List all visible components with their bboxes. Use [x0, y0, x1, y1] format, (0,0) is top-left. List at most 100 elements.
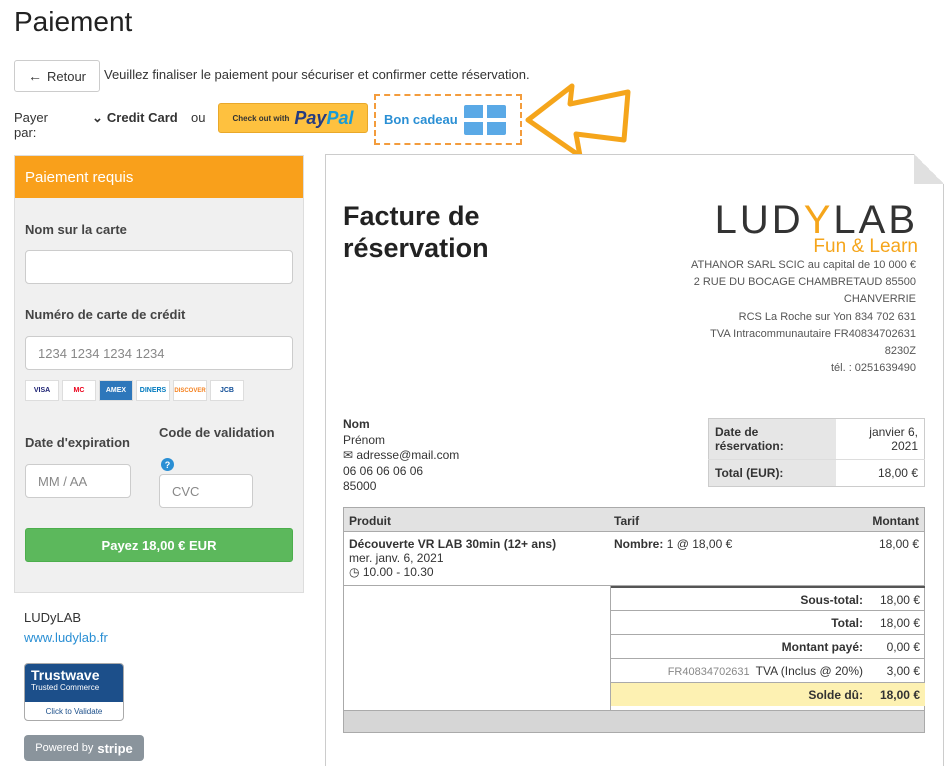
arrow-left-icon: ←: [27, 68, 42, 84]
page-corner: [914, 154, 944, 184]
cvc-label: Code de validation: [159, 425, 275, 440]
credit-card-label: Credit Card: [106, 110, 178, 125]
column-header-amount: Montant: [872, 514, 919, 528]
client-postal: 85000: [343, 479, 377, 493]
paypal-logo-a: Pay: [294, 107, 327, 128]
clock-icon: ◷: [349, 565, 360, 579]
trustwave-brand: Trustwave: [31, 667, 100, 683]
grand-total-value: 18,00 €: [879, 616, 920, 630]
total-row: Total: 18,00 €: [611, 610, 925, 634]
subtotal-label: Sous-total:: [800, 593, 863, 607]
item-name: Découverte VR LAB 30min (12+ ans): [349, 537, 557, 551]
reservation-date-value: janvier 6, 2021: [835, 418, 925, 460]
item-tarif: Nombre: 1 @ 18,00 €: [614, 537, 732, 551]
tarif-label: Nombre:: [614, 537, 664, 551]
items-table-footer: [344, 710, 924, 732]
payment-panel-header: Paiement requis: [15, 156, 303, 198]
invoice-title: Facture de réservation: [343, 201, 489, 263]
jcb-icon: JCB: [210, 380, 244, 401]
paypal-button[interactable]: Check out with PayPal: [218, 103, 368, 133]
reservation-date-label: Date de réservation:: [708, 418, 836, 460]
stripe-prefix: Powered by: [35, 742, 94, 754]
subtotal-row: Sous-total: 18,00 €: [611, 586, 925, 610]
client-name: Nom: [343, 417, 370, 431]
client-email: adresse@mail.com: [356, 448, 460, 462]
invoice-summary: Date de réservation: janvier 6, 2021 Tot…: [708, 418, 925, 487]
diners-icon: DINERS: [136, 380, 170, 401]
expiry-label: Date d'expiration: [25, 435, 130, 450]
company-line: CHANVERRIE: [843, 293, 916, 306]
payment-panel: Paiement requis Nom sur la carte Numéro …: [14, 155, 304, 593]
expiry-input[interactable]: [25, 464, 131, 498]
paypal-logo: PayPal: [294, 108, 353, 129]
card-number-input[interactable]: [25, 336, 293, 370]
item-amount: 18,00 €: [878, 537, 919, 551]
total-label: Total (EUR):: [708, 459, 836, 487]
client-phone: 06 06 06 06 06: [343, 463, 424, 478]
card-name-label: Nom sur la carte: [25, 222, 127, 237]
vat-label-group: FR40834702631 TVA (Inclus @ 20%): [668, 664, 863, 678]
discover-icon: DISCOVER: [173, 380, 207, 401]
gift-voucher-option[interactable]: Bon cadeau: [374, 94, 522, 145]
paid-value: 0,00 €: [886, 640, 920, 654]
cvc-input[interactable]: [159, 474, 253, 508]
total-value: 18,00 €: [877, 466, 918, 480]
company-website-link[interactable]: www.ludylab.fr: [24, 630, 108, 645]
client-info: Nom Prénom ✉ adresse@mail.com 06 06 06 0…: [343, 417, 459, 495]
ludylab-logo: LUDYLAB Fun & Learn: [715, 200, 918, 256]
column-header-product: Produit: [349, 514, 391, 528]
totals-section: Sous-total: 18,00 € Total: 18,00 € Monta…: [344, 586, 925, 710]
paypal-logo-b: Pal: [326, 107, 354, 128]
paypal-small-text: Check out with: [232, 113, 290, 123]
envelope-icon: ✉: [343, 448, 354, 462]
company-line: TVA Intracommunautaire FR40834702631: [710, 327, 916, 340]
column-header-tarif: Tarif: [614, 514, 640, 528]
card-name-input[interactable]: [25, 250, 293, 284]
company-line: 8230Z: [884, 345, 916, 358]
trustwave-sub: Trusted Commerce: [31, 683, 100, 692]
credit-card-option[interactable]: ⌄ Credit Card: [92, 110, 178, 126]
orange-arrow-icon: [525, 83, 631, 159]
logo-part-a: LUD: [714, 198, 804, 242]
page-title: Paiement: [14, 6, 133, 37]
balance-due-label: Solde dû:: [808, 688, 863, 702]
subtotal-value: 18,00 €: [879, 593, 920, 607]
item-product: Découverte VR LAB 30min (12+ ans) mer. j…: [349, 537, 556, 579]
company-info: ATHANOR SARL SCIC au capital de 10 000 €…: [646, 257, 916, 377]
gift-card-icon: [463, 104, 506, 135]
vat-value: 3,00 €: [886, 664, 920, 678]
paid-label: Montant payé:: [781, 640, 863, 654]
or-label: ou: [191, 110, 206, 125]
item-time: 10.00 - 10.30: [362, 565, 434, 579]
chevron-down-icon: ⌄: [92, 110, 103, 125]
company-line: tél. : 0251639490: [830, 362, 916, 375]
back-button[interactable]: ← Retour: [14, 60, 100, 92]
pay-by-label: Payer par:: [14, 110, 48, 140]
payment-instruction: Veuillez finaliser le paiement pour sécu…: [104, 67, 530, 82]
trustwave-cta: Click to Validate: [45, 707, 103, 716]
vat-number: FR40834702631: [667, 666, 750, 678]
vat-label: TVA (Inclus @ 20%): [755, 664, 863, 678]
info-icon[interactable]: ?: [161, 458, 174, 471]
balance-due-value: 18,00 €: [879, 688, 920, 702]
amex-icon: AMEX: [99, 380, 133, 401]
card-number-label: Numéro de carte de crédit: [25, 307, 186, 322]
items-table-header: Produit Tarif Montant: [344, 508, 924, 532]
gift-voucher-label: Bon cadeau: [384, 112, 458, 127]
back-button-label: Retour: [46, 68, 87, 84]
grand-total-label: Total:: [831, 616, 863, 630]
client-firstname: Prénom: [343, 432, 386, 447]
company-line: 2 RUE DU BOCAGE CHAMBRETAUD 85500: [693, 276, 916, 289]
item-date: mer. janv. 6, 2021: [349, 551, 444, 565]
company-line: ATHANOR SARL SCIC au capital de 10 000 €: [691, 259, 916, 271]
stripe-brand: stripe: [97, 740, 133, 756]
paid-row: Montant payé: 0,00 €: [611, 634, 925, 658]
item-time-row: ◷ 10.00 - 10.30: [349, 565, 556, 579]
stripe-badge[interactable]: Powered by stripe: [24, 735, 144, 761]
trustwave-badge[interactable]: Trustwave Trusted Commerce Click to Vali…: [24, 663, 124, 721]
mastercard-icon: MC: [62, 380, 96, 401]
trustwave-header: Trustwave Trusted Commerce: [25, 664, 123, 702]
company-name: LUDyLAB: [24, 610, 82, 625]
vat-row: FR40834702631 TVA (Inclus @ 20%) 3,00 €: [611, 658, 925, 682]
pay-button[interactable]: Payez 18,00 € EUR: [25, 528, 293, 562]
